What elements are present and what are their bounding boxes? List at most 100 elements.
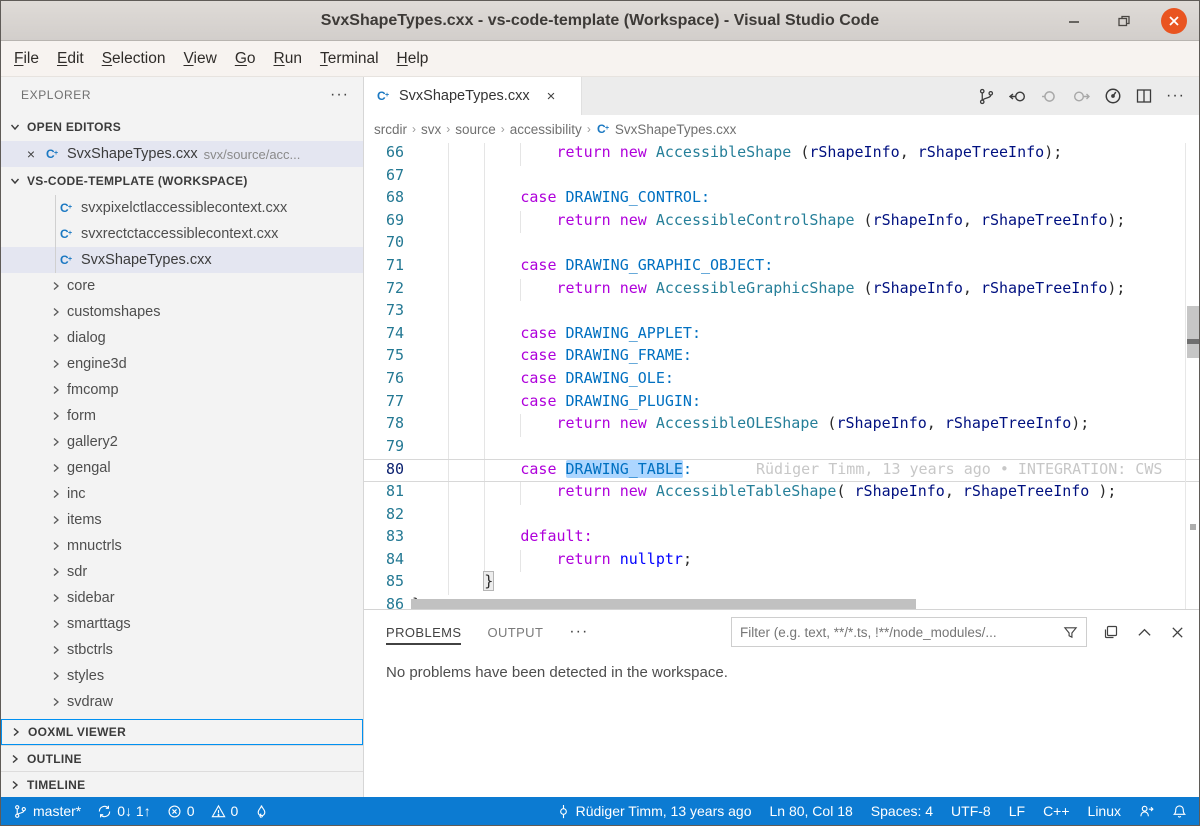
problems-filter[interactable] <box>731 617 1087 647</box>
tree-folder-dialog[interactable]: dialog <box>1 325 363 351</box>
code-line-72[interactable]: 72 return new AccessibleGraphicShape (rS… <box>364 279 1199 302</box>
tree-folder-items[interactable]: items <box>1 507 363 533</box>
restore-button[interactable] <box>1111 8 1137 34</box>
code-line-75[interactable]: 75 case DRAWING_FRAME: <box>364 346 1199 369</box>
tab-svxshapetypes[interactable]: C+ SvxShapeTypes.cxx × <box>364 77 582 115</box>
chevron-right-icon <box>51 541 61 551</box>
breadcrumb-item[interactable]: svx <box>421 122 441 137</box>
status-spaces-4[interactable]: Spaces: 4 <box>871 803 933 819</box>
tree-folder-smarttags[interactable]: smarttags <box>1 611 363 637</box>
status-linux[interactable]: Linux <box>1088 803 1121 819</box>
tree-folder-form[interactable]: form <box>1 403 363 429</box>
status-git-commit[interactable]: Rüdiger Timm, 13 years ago <box>556 803 752 819</box>
chevron-right-icon <box>51 671 61 681</box>
tree-folder-stbctrls[interactable]: stbctrls <box>1 637 363 663</box>
file-tree: C+svxpixelctlaccessiblecontext.cxxC+svxr… <box>1 195 363 719</box>
tree-folder-svdraw[interactable]: svdraw <box>1 689 363 715</box>
code-line-83[interactable]: 83 default: <box>364 527 1199 550</box>
menu-terminal[interactable]: Terminal <box>311 46 388 72</box>
panel-more-tabs-icon[interactable]: ··· <box>569 623 588 641</box>
status-lf[interactable]: LF <box>1009 803 1025 819</box>
code-line-80[interactable]: 80 case DRAWING_TABLE:Rüdiger Timm, 13 y… <box>364 459 1199 482</box>
breadcrumb-item[interactable]: srcdir <box>374 122 407 137</box>
breadcrumb-item[interactable]: SvxShapeTypes.cxx <box>615 122 737 137</box>
status-bell[interactable] <box>1172 804 1187 819</box>
menu-file[interactable]: File <box>5 46 48 72</box>
tree-folder-sidebar[interactable]: sidebar <box>1 585 363 611</box>
change-circle-icon[interactable] <box>1041 88 1058 105</box>
explorer-more-actions-icon[interactable]: ··· <box>330 86 349 104</box>
section-timeline[interactable]: TIMELINE <box>1 771 363 797</box>
code-line-85[interactable]: 85 } <box>364 572 1199 595</box>
section-open-editors[interactable]: OPEN EDITORS <box>1 113 363 141</box>
tree-folder-gallery2[interactable]: gallery2 <box>1 429 363 455</box>
tree-folder-styles[interactable]: styles <box>1 663 363 689</box>
code-line-71[interactable]: 71 case DRAWING_GRAPHIC_OBJECT: <box>364 256 1199 279</box>
tab-problems[interactable]: PROBLEMS <box>386 612 461 653</box>
code-line-74[interactable]: 74 case DRAWING_APPLET: <box>364 324 1199 347</box>
code-line-79[interactable]: 79 <box>364 437 1199 460</box>
section-outline[interactable]: OUTLINE <box>1 745 363 771</box>
more-actions-icon[interactable]: ··· <box>1166 87 1185 105</box>
tree-folder-customshapes[interactable]: customshapes <box>1 299 363 325</box>
code-line-69[interactable]: 69 return new AccessibleControlShape (rS… <box>364 211 1199 234</box>
history-icon[interactable] <box>1104 87 1122 105</box>
code-line-73[interactable]: 73 <box>364 301 1199 324</box>
menu-selection[interactable]: Selection <box>93 46 175 72</box>
split-editor-icon[interactable] <box>1136 88 1152 104</box>
status-utf-8[interactable]: UTF-8 <box>951 803 991 819</box>
tree-folder-mnuctrls[interactable]: mnuctrls <box>1 533 363 559</box>
compare-changes-icon[interactable] <box>978 88 995 105</box>
close-panel-icon[interactable] <box>1170 625 1185 640</box>
menu-run[interactable]: Run <box>265 46 311 72</box>
code-line-66[interactable]: 66 return new AccessibleShape (rShapeInf… <box>364 143 1199 166</box>
status-ln-80-col-18[interactable]: Ln 80, Col 18 <box>769 803 852 819</box>
vertical-scrollbar[interactable] <box>1185 143 1199 609</box>
code-line-77[interactable]: 77 case DRAWING_PLUGIN: <box>364 392 1199 415</box>
next-change-icon[interactable] <box>1072 88 1090 105</box>
code-line-76[interactable]: 76 case DRAWING_OLE: <box>364 369 1199 392</box>
status-c-[interactable]: C++ <box>1043 803 1069 819</box>
code-line-82[interactable]: 82 <box>364 505 1199 528</box>
status-warning[interactable]: 0 <box>211 803 239 819</box>
section-ooxml-viewer[interactable]: OOXML VIEWER <box>1 719 363 745</box>
git-commit-icon <box>556 804 571 819</box>
filter-input[interactable] <box>740 625 1057 640</box>
close-editor-icon[interactable]: × <box>23 146 39 162</box>
code-line-70[interactable]: 70 <box>364 233 1199 256</box>
status-sync[interactable]: 0↓ 1↑ <box>97 803 150 819</box>
status-git-branch[interactable]: master* <box>13 803 81 819</box>
horizontal-scrollbar[interactable] <box>364 599 1185 609</box>
restore-panel-icon[interactable] <box>1103 624 1119 640</box>
code-line-67[interactable]: 67 <box>364 166 1199 189</box>
maximize-panel-icon[interactable] <box>1137 625 1152 640</box>
tree-folder-gengal[interactable]: gengal <box>1 455 363 481</box>
breadcrumb-item[interactable]: source <box>455 122 496 137</box>
code-editor[interactable]: 66 return new AccessibleShape (rShapeInf… <box>364 143 1199 609</box>
tree-folder-inc[interactable]: inc <box>1 481 363 507</box>
tree-folder-core[interactable]: core <box>1 273 363 299</box>
code-line-81[interactable]: 81 return new AccessibleTableShape( rSha… <box>364 482 1199 505</box>
breadcrumb-item[interactable]: accessibility <box>510 122 582 137</box>
tree-folder-fmcomp[interactable]: fmcomp <box>1 377 363 403</box>
close-button[interactable] <box>1161 8 1187 34</box>
menu-view[interactable]: View <box>174 46 225 72</box>
menu-help[interactable]: Help <box>388 46 438 72</box>
tree-folder-sdr[interactable]: sdr <box>1 559 363 585</box>
code-line-84[interactable]: 84 return nullptr; <box>364 550 1199 573</box>
minimize-button[interactable] <box>1061 8 1087 34</box>
status-feedback[interactable] <box>1139 804 1154 819</box>
code-line-78[interactable]: 78 return new AccessibleOLEShape (rShape… <box>364 414 1199 437</box>
tab-close-icon[interactable]: × <box>547 88 556 105</box>
tree-folder-engine3d[interactable]: engine3d <box>1 351 363 377</box>
previous-change-icon[interactable] <box>1009 88 1027 105</box>
section-workspace[interactable]: VS-CODE-TEMPLATE (WORKSPACE) <box>1 167 363 195</box>
tab-output[interactable]: OUTPUT <box>487 612 543 653</box>
open-editor-item[interactable]: × C+ SvxShapeTypes.cxx svx/source/acc... <box>1 141 363 167</box>
menu-go[interactable]: Go <box>226 46 265 72</box>
status-flame[interactable] <box>254 804 269 819</box>
scrollbar-slider[interactable] <box>1187 306 1199 358</box>
status-error[interactable]: 0 <box>167 803 195 819</box>
code-line-68[interactable]: 68 case DRAWING_CONTROL: <box>364 188 1199 211</box>
menu-edit[interactable]: Edit <box>48 46 93 72</box>
